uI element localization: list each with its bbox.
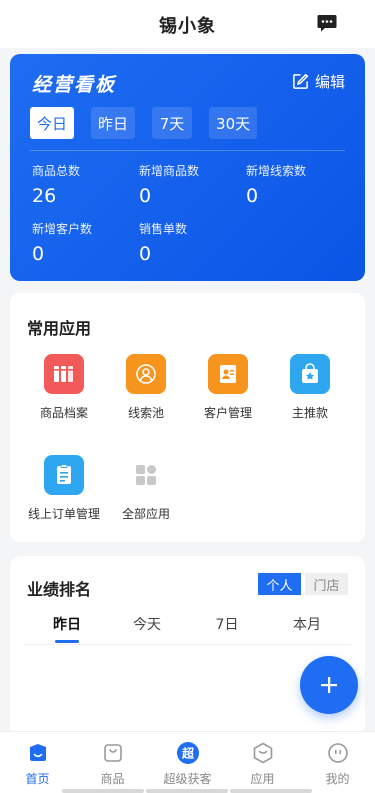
app-label: 主推款	[291, 406, 328, 420]
nav-label: 我的	[325, 772, 350, 786]
customer-card-icon	[208, 354, 248, 394]
stat-new-products[interactable]: 新增商品数 0	[139, 162, 249, 207]
app-label: 线索池	[127, 406, 164, 420]
featured-bag-icon	[290, 354, 330, 394]
nav-label: 首页	[25, 772, 50, 786]
online-order-icon	[44, 455, 84, 495]
stat-value: 0	[139, 185, 152, 207]
tabs-divider	[24, 644, 351, 645]
stat-value: 0	[32, 243, 45, 265]
svg-text:超: 超	[180, 746, 194, 761]
performance-title: 业绩排名	[27, 580, 92, 599]
stat-label: 销售单数	[139, 222, 188, 236]
nav-label: 超级获客	[163, 772, 212, 786]
app-label: 全部应用	[121, 507, 170, 521]
app-featured-items[interactable]: 主推款	[270, 354, 350, 421]
profile-icon	[325, 740, 351, 766]
app-customer-management[interactable]: 客户管理	[188, 354, 268, 421]
plus-icon	[321, 677, 337, 693]
product-archive-icon	[44, 354, 84, 394]
nav-label: 应用	[250, 772, 275, 786]
edit-button[interactable]: 编辑	[292, 71, 345, 92]
tab-yesterday[interactable]: 昨日	[37, 614, 97, 643]
dashboard-period-tabs: 今日 昨日 7天 30天	[30, 107, 258, 139]
tab-this-month[interactable]: 本月	[277, 614, 337, 634]
app-product-archive[interactable]: 商品档案	[24, 354, 104, 421]
stat-label: 商品总数	[32, 164, 81, 178]
common-apps-card: 常用应用 商品档案 线索池 客户管理 主推款 线上订单管理 全部应用	[10, 293, 365, 542]
tab-7-days[interactable]: 7天	[152, 107, 193, 139]
apps-box-icon	[250, 740, 276, 766]
product-bag-icon	[100, 740, 126, 766]
nav-label: 商品	[100, 772, 125, 786]
app-label: 商品档案	[39, 406, 88, 420]
tab-today[interactable]: 今日	[30, 107, 75, 139]
app-lead-pool[interactable]: 线索池	[106, 354, 186, 421]
dashboard-divider	[30, 150, 345, 151]
stat-label: 新增线索数	[246, 164, 307, 178]
add-button[interactable]	[300, 656, 358, 714]
edit-icon	[293, 73, 309, 89]
stat-new-customers[interactable]: 新增客户数 0	[32, 220, 142, 265]
stat-label: 新增商品数	[139, 164, 200, 178]
tab-yesterday[interactable]: 昨日	[91, 107, 136, 139]
stat-value: 0	[139, 243, 152, 265]
lead-pool-icon	[126, 354, 166, 394]
stat-sales-orders[interactable]: 销售单数 0	[139, 220, 249, 265]
app-online-orders[interactable]: 线上订单管理	[24, 455, 104, 522]
toggle-personal[interactable]: 个人	[258, 573, 301, 595]
stat-label: 新增客户数	[32, 222, 93, 236]
performance-period-tabs: 昨日 今天 7日 本月	[10, 614, 365, 644]
stat-new-leads[interactable]: 新增线索数 0	[246, 162, 356, 207]
nav-apps[interactable]: 应用	[225, 740, 300, 787]
bottom-nav: 首页 商品 超 超级获客 应用 我的	[0, 731, 375, 793]
dashboard-title: 经营看板	[32, 74, 117, 96]
message-icon[interactable]	[317, 14, 337, 32]
tab-30-days[interactable]: 30天	[209, 107, 258, 139]
ranking-scope-toggle: 个人 门店	[258, 573, 348, 595]
app-all-apps[interactable]: 全部应用	[106, 455, 186, 522]
nav-home[interactable]: 首页	[0, 740, 75, 787]
nav-super-acquire[interactable]: 超 超级获客	[150, 740, 225, 787]
stat-total-products[interactable]: 商品总数 26	[32, 162, 142, 207]
business-dashboard-card: 经营看板 编辑 今日 昨日 7天 30天 商品总数 26 新增商品数 0 新增线…	[10, 54, 365, 281]
stat-value: 26	[32, 185, 57, 207]
home-icon	[25, 740, 51, 766]
nav-profile[interactable]: 我的	[300, 740, 375, 787]
all-apps-icon	[126, 455, 166, 495]
stat-value: 0	[246, 185, 259, 207]
home-indicator	[62, 789, 312, 793]
nav-products[interactable]: 商品	[75, 740, 150, 787]
app-label: 客户管理	[203, 406, 252, 420]
edit-label: 编辑	[314, 73, 345, 91]
tab-7-days[interactable]: 7日	[197, 614, 257, 634]
app-label: 线上订单管理	[27, 507, 100, 521]
tab-today[interactable]: 今天	[117, 614, 177, 634]
top-bar: 锡小象	[0, 0, 375, 48]
common-apps-title: 常用应用	[27, 319, 92, 338]
toggle-store[interactable]: 门店	[305, 573, 348, 595]
super-acquire-icon: 超	[175, 740, 201, 766]
